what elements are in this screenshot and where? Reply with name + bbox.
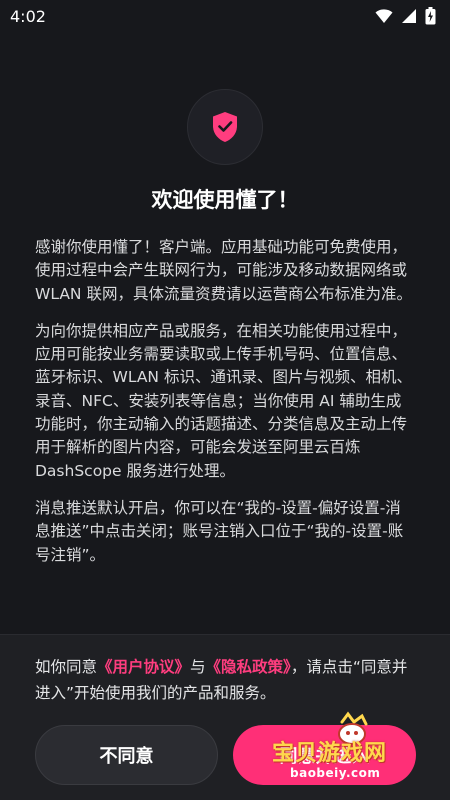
disagree-button[interactable]: 不同意 [35,725,218,785]
privacy-content[interactable]: 感谢你使用懂了！客户端。应用基础功能可免费使用，使用过程中会产生联网行为，可能涉… [35,236,413,634]
status-time: 4:02 [10,6,46,26]
paragraph-push: 消息推送默认开启，你可以在“我的-设置-偏好设置-消息推送”中点击关闭；账号注销… [35,498,404,564]
shield-badge [187,89,263,165]
consent-and: 与 [190,658,206,676]
user-agreement-link[interactable]: 《用户协议》 [97,658,190,676]
agree-button[interactable]: 同意并进入 [233,725,416,785]
consent-text: 如你同意《用户协议》与《隐私政策》，请点击“同意并进入”开始使用我们的产品和服务… [35,654,415,706]
paragraph-network: 感谢你使用懂了！客户端。应用基础功能可免费使用，使用过程中会产生联网行为，可能涉… [35,238,412,303]
battery-charging-icon [425,7,436,25]
paragraph-permissions: 为向你提供相应产品或服务，在相关功能使用过程中，应用可能按业务需要读取或上传手机… [35,321,412,480]
wifi-icon [375,9,393,23]
shield-check-icon [213,112,237,142]
status-bar: 4:02 [0,0,450,32]
status-icons [375,7,436,25]
consent-prefix: 如你同意 [35,658,98,676]
signal-icon [402,9,416,23]
privacy-policy-link[interactable]: 《隐私政策》 [206,658,291,676]
dialog-title: 欢迎使用懂了！ [151,188,299,212]
